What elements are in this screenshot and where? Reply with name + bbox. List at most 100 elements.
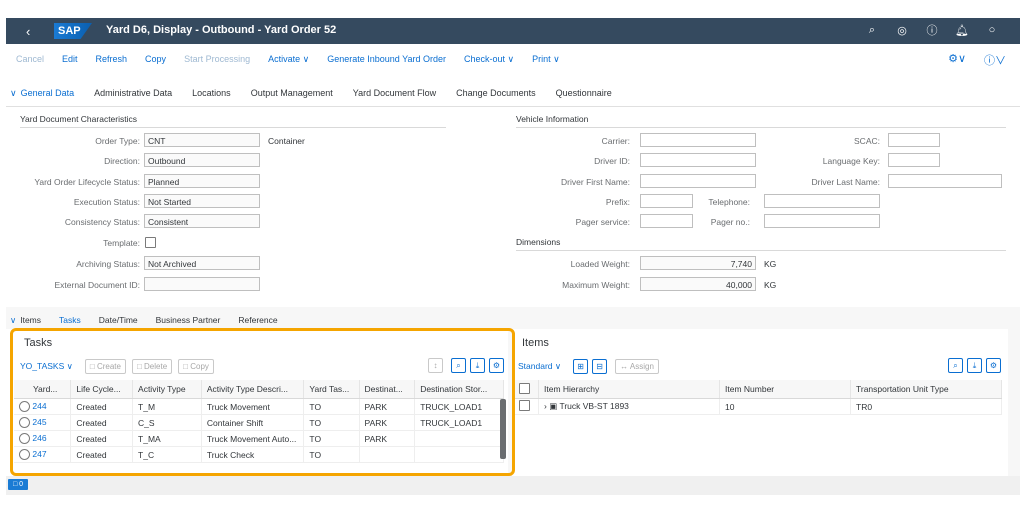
task-id-link[interactable]: 245: [32, 417, 46, 427]
settings-icon[interactable]: ⚙∨: [948, 52, 966, 68]
refresh-button[interactable]: Refresh: [96, 54, 128, 65]
lifecycle-status-field[interactable]: Planned: [144, 174, 260, 188]
pager-service-field[interactable]: [640, 214, 693, 228]
export-icon[interactable]: ⤓: [470, 358, 485, 373]
tab-date-time[interactable]: Date/Time: [99, 315, 138, 326]
order-type-field[interactable]: CNT: [144, 133, 260, 147]
tasks-table: Yard... Life Cycle... Activity Type Acti…: [14, 380, 504, 463]
expand-all-icon[interactable]: ⊞: [573, 359, 589, 374]
tasks-title: Tasks: [24, 337, 53, 349]
external-document-id-field[interactable]: [144, 277, 260, 291]
task-id-link[interactable]: 246: [32, 433, 46, 443]
pager-no-field[interactable]: [764, 214, 880, 228]
column-header[interactable]: Activity Type: [132, 380, 202, 399]
back-icon[interactable]: ‹: [26, 24, 30, 39]
column-header[interactable]: Item Number: [719, 380, 851, 399]
zoom-icon[interactable]: ⌕: [948, 358, 963, 373]
table-row[interactable]: 245 Created C_S Container Shift TO PARK …: [14, 414, 504, 431]
column-header[interactable]: Yard Tas...: [303, 380, 360, 399]
carrier-field[interactable]: [640, 133, 756, 147]
assign-button[interactable]: ↔ Assign: [615, 359, 659, 374]
sap-logo[interactable]: SAP: [54, 23, 92, 39]
column-header[interactable]: Destination Stor...: [414, 380, 504, 399]
driver-id-field[interactable]: [640, 153, 756, 167]
select-all-checkbox[interactable]: [519, 382, 530, 394]
bell-icon[interactable]: 🔔︎: [954, 22, 970, 38]
table-row[interactable]: 247 Created T_C Truck Check TO: [14, 446, 504, 463]
chevron-down-icon: ∨: [554, 361, 562, 371]
edit-button[interactable]: Edit: [62, 54, 78, 65]
delete-task-button[interactable]: □ Delete: [131, 359, 173, 374]
help-menu-icon[interactable]: ⓘ∨: [984, 52, 1006, 68]
task-id-link[interactable]: 244: [32, 401, 46, 411]
prefix-field[interactable]: [640, 194, 693, 208]
task-id-link[interactable]: 247: [32, 449, 46, 459]
column-header[interactable]: Yard...: [14, 380, 72, 399]
tab-yard-document-flow[interactable]: Yard Document Flow: [353, 88, 436, 99]
tab-general-data[interactable]: ∨ General Data: [10, 88, 74, 99]
execution-status-field[interactable]: Not Started: [144, 194, 260, 208]
driver-first-name-field[interactable]: [640, 174, 756, 188]
column-header[interactable]: Item Hierarchy: [538, 380, 720, 399]
archiving-status-field[interactable]: Not Archived: [144, 256, 260, 270]
export-icon[interactable]: ⤓: [967, 358, 982, 373]
select-all-column[interactable]: [514, 380, 539, 399]
search-icon[interactable]: ⌕: [864, 22, 880, 38]
binoculars-icon[interactable]: ◎: [894, 22, 910, 38]
user-icon[interactable]: ○: [984, 22, 1000, 38]
create-task-button[interactable]: □ Create: [84, 359, 126, 374]
tab-business-partner[interactable]: Business Partner: [156, 315, 221, 326]
tab-items[interactable]: ∨ Items: [10, 315, 41, 326]
generate-inbound-button[interactable]: Generate Inbound Yard Order: [327, 54, 446, 65]
tab-administrative-data[interactable]: Administrative Data: [94, 88, 172, 99]
cancel-button[interactable]: Cancel: [16, 54, 44, 65]
row-select-radio[interactable]: [19, 433, 30, 445]
help-icon[interactable]: ⓘ: [924, 22, 940, 38]
table-row[interactable]: 244 Created T_M Truck Movement TO PARK T…: [14, 398, 504, 415]
external-document-id-label: External Document ID:: [54, 280, 140, 290]
consistency-status-label: Consistency Status:: [64, 217, 140, 227]
tab-locations[interactable]: Locations: [192, 88, 231, 99]
loaded-weight-field[interactable]: 7,740: [640, 256, 756, 270]
direction-field[interactable]: Outbound: [144, 153, 260, 167]
check-out-button[interactable]: Check-out ∨: [464, 54, 514, 65]
vertical-scrollbar[interactable]: [500, 399, 506, 459]
table-settings-icon[interactable]: ⚙: [489, 358, 504, 373]
column-header[interactable]: Transportation Unit Type: [850, 380, 1002, 399]
maximum-weight-field[interactable]: 40,000: [640, 277, 756, 291]
tab-change-documents[interactable]: Change Documents: [456, 88, 536, 99]
row-select-checkbox[interactable]: [519, 400, 530, 411]
tab-output-management[interactable]: Output Management: [251, 88, 333, 99]
collapse-all-icon[interactable]: ⊟: [592, 359, 608, 374]
consistency-status-field[interactable]: Consistent: [144, 214, 260, 228]
row-select-radio[interactable]: [19, 417, 30, 429]
template-checkbox[interactable]: [145, 237, 156, 248]
copy-task-button[interactable]: □ Copy: [178, 359, 214, 374]
column-header[interactable]: Activity Type Descri...: [201, 380, 305, 399]
language-key-field[interactable]: [888, 153, 940, 167]
start-processing-button[interactable]: Start Processing: [184, 54, 250, 65]
table-row[interactable]: 246 Created T_MA Truck Movement Auto... …: [14, 430, 504, 447]
tab-questionnaire[interactable]: Questionnaire: [556, 88, 612, 99]
row-select-radio[interactable]: [19, 401, 30, 413]
column-header[interactable]: Life Cycle...: [70, 380, 134, 399]
tasks-variant-selector[interactable]: YO_TASKS ∨: [20, 361, 73, 372]
tab-tasks[interactable]: Tasks: [59, 315, 81, 326]
table-settings-icon[interactable]: ⚙: [986, 358, 1001, 373]
scac-field[interactable]: [888, 133, 940, 147]
print-button[interactable]: Print ∨: [532, 54, 560, 65]
table-row[interactable]: › ▣ Truck VB-ST 1893 10 TR0: [514, 398, 1002, 415]
driver-last-name-field[interactable]: [888, 174, 1002, 188]
expand-row-icon[interactable]: ›: [544, 401, 547, 411]
tab-reference[interactable]: Reference: [238, 315, 277, 326]
zoom-icon[interactable]: ⌕: [451, 358, 466, 373]
sort-icon[interactable]: ↕: [428, 358, 443, 373]
items-variant-selector[interactable]: Standard ∨: [518, 361, 561, 372]
copy-button[interactable]: Copy: [145, 54, 166, 65]
activate-button[interactable]: Activate ∨: [268, 54, 309, 65]
divider: [20, 127, 446, 128]
row-select-radio[interactable]: [19, 449, 30, 461]
telephone-field[interactable]: [764, 194, 880, 208]
column-header[interactable]: Destinat...: [359, 380, 416, 399]
message-popover-button[interactable]: □ 0: [8, 479, 28, 490]
